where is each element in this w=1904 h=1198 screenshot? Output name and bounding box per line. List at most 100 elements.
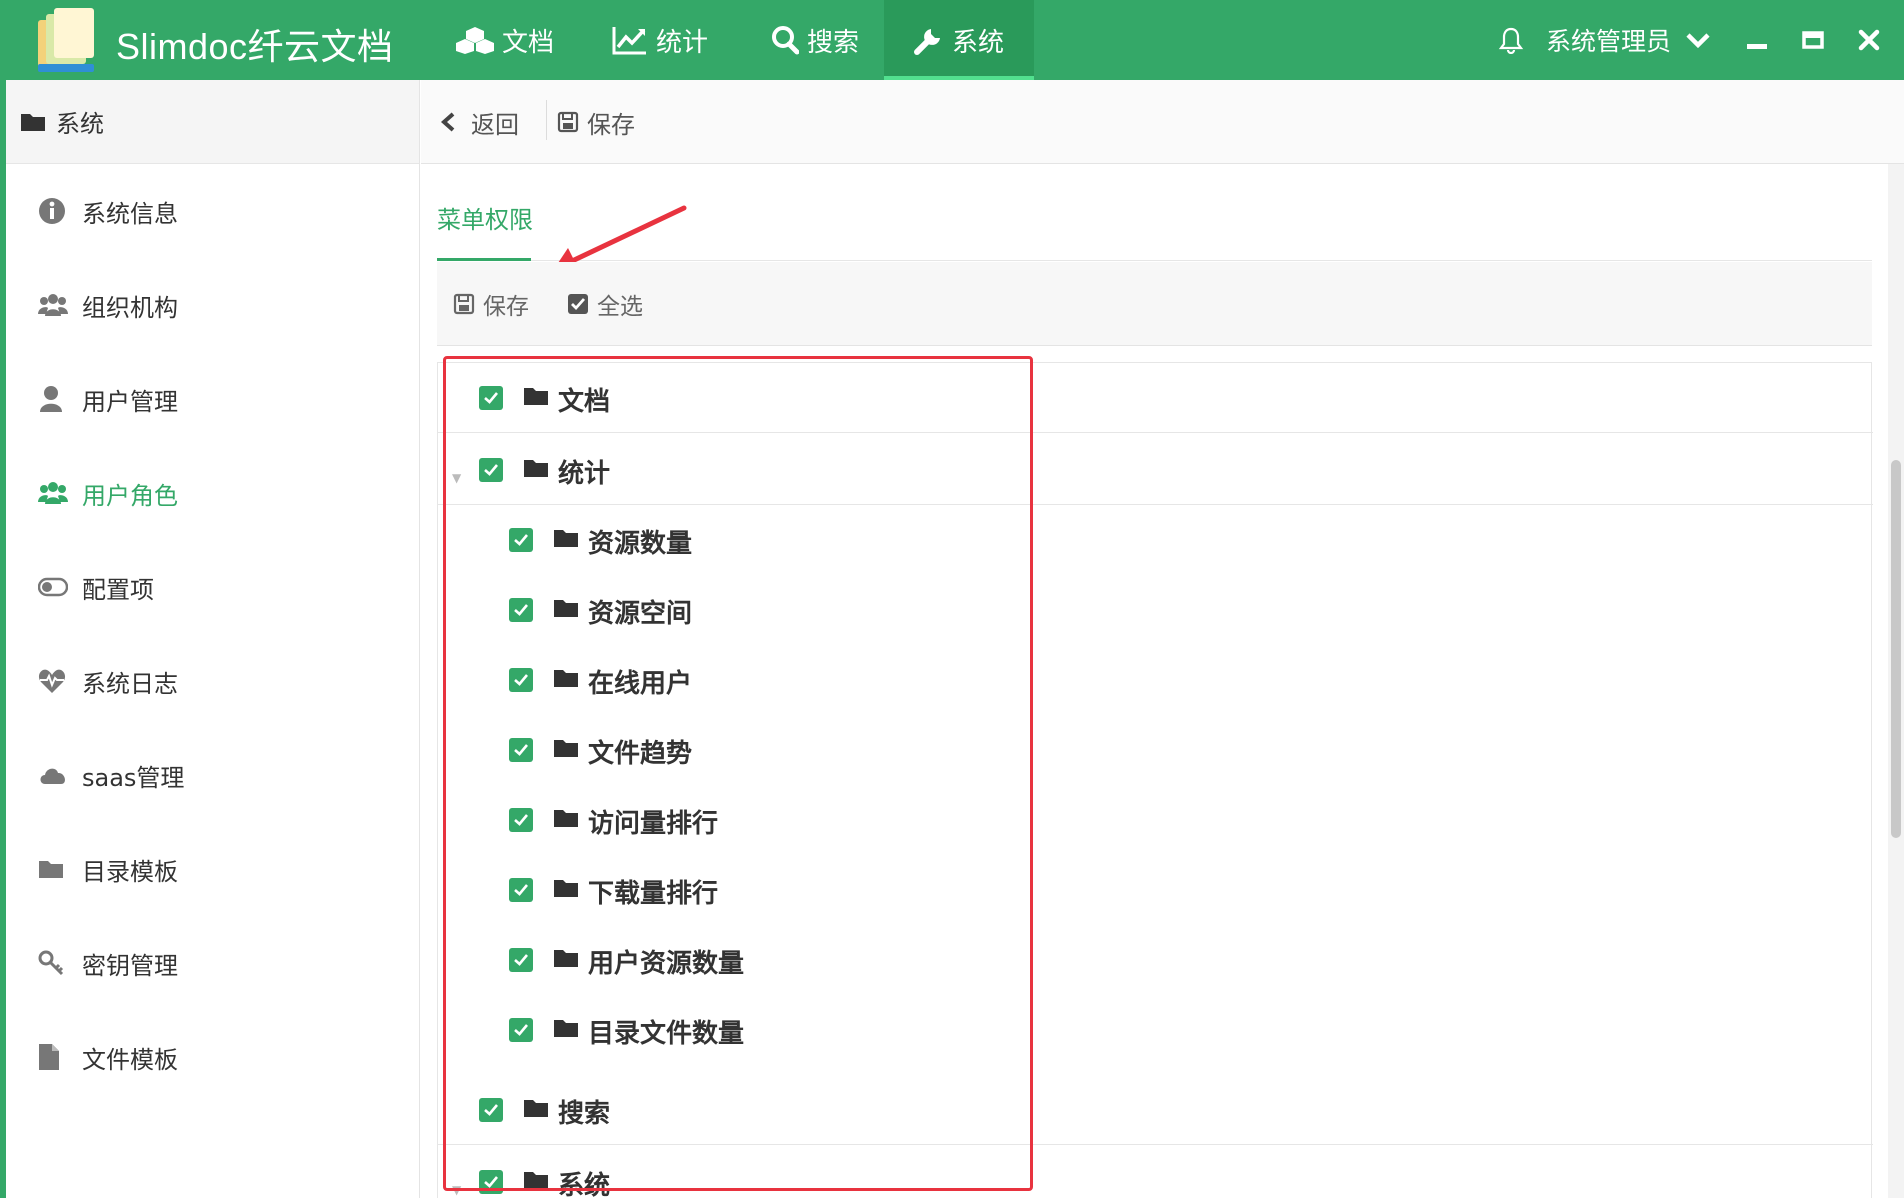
sidebar-item-label: 用户管理	[82, 387, 178, 416]
folder-icon	[524, 1172, 548, 1189]
tree-node[interactable]: 在线用户	[438, 645, 1873, 715]
tree-checkbox[interactable]	[479, 1098, 503, 1122]
tree-node[interactable]: 文档	[438, 363, 1873, 433]
tree-checkbox[interactable]	[479, 458, 503, 482]
close-button[interactable]	[1858, 0, 1880, 80]
heartbeat-icon	[38, 669, 66, 693]
app-title: Slimdoc纤云文档	[116, 26, 394, 67]
tree-node[interactable]: ▼ 系统	[438, 1147, 1873, 1198]
tree-checkbox[interactable]	[509, 528, 533, 552]
nav-tab-label: 搜索	[806, 27, 859, 58]
sidebar-item-system-log[interactable]: 系统日志	[38, 661, 178, 701]
tree-checkbox[interactable]	[509, 878, 533, 902]
tree-node-label: 目录文件数量	[588, 1019, 745, 1049]
user-icon	[40, 386, 62, 412]
check-icon	[514, 884, 528, 896]
sidebar-item-key-management[interactable]: 密钥管理	[38, 943, 178, 983]
sidebar-item-label: 用户角色	[82, 481, 178, 510]
permission-tree: 文档 ▼ 统计资源数量资源空间在线用户文件趋势访问量排行 下载量排行 用户资源数量目录文…	[437, 362, 1873, 1198]
chevron-left-icon	[440, 112, 455, 132]
active-tab-indicator	[437, 258, 531, 261]
tree-checkbox[interactable]	[479, 1170, 503, 1194]
scrollbar-thumb[interactable]	[1891, 460, 1901, 838]
line-chart-icon	[612, 27, 646, 55]
sidebar-item-organization[interactable]: 组织机构	[38, 285, 178, 325]
select-all-button[interactable]: 全选	[567, 284, 643, 324]
folder-icon	[39, 861, 63, 878]
tree-node-label: 统计	[558, 459, 611, 489]
sidebar-item-file-template[interactable]: 文件模板	[38, 1037, 178, 1077]
tree-node[interactable]: ▼ 统计	[438, 435, 1873, 505]
folder-icon	[524, 388, 548, 405]
save-button-label: 保存	[587, 110, 635, 139]
check-icon	[514, 604, 528, 616]
tree-checkbox[interactable]	[509, 598, 533, 622]
back-button[interactable]: 返回	[439, 102, 519, 142]
tree-node[interactable]: 目录文件数量	[438, 995, 1873, 1065]
maximize-button[interactable]	[1802, 0, 1824, 80]
tree-node[interactable]: 访问量排行	[438, 785, 1873, 855]
sidebar-header: 系统	[6, 80, 419, 164]
main-toolbar: 返回 保存	[421, 80, 1904, 164]
folder-icon	[524, 1100, 548, 1117]
nav-tab-label: 系统	[951, 27, 1004, 58]
tree-node[interactable]: 资源空间	[438, 575, 1873, 645]
folder-icon	[554, 600, 578, 617]
folder-icon	[554, 810, 578, 827]
minimize-button[interactable]	[1746, 0, 1768, 80]
toggle-icon	[38, 577, 68, 597]
check-icon	[514, 814, 528, 826]
sidebar: 系统 系统信息 组织机构 用户管理 用户角色 配置项 系统日志 saas管理 目…	[0, 80, 420, 1198]
nav-tab-system[interactable]: 系统	[884, 0, 1034, 80]
tree-checkbox[interactable]	[509, 948, 533, 972]
cloud-icon	[40, 768, 65, 784]
sidebar-item-label: 文件模板	[82, 1045, 178, 1074]
sidebar-item-user-management[interactable]: 用户管理	[38, 379, 178, 419]
tree-node-label: 在线用户	[588, 669, 693, 699]
folder-icon	[554, 950, 578, 967]
sidebar-item-directory-template[interactable]: 目录模板	[38, 849, 178, 889]
toolbar-divider	[546, 100, 547, 140]
check-icon	[484, 464, 498, 476]
user-name: 系统管理员	[1546, 27, 1672, 56]
bell-icon	[1498, 27, 1524, 54]
tree-checkbox[interactable]	[509, 808, 533, 832]
tree-node-label: 系统	[558, 1171, 611, 1198]
tree-node-label: 资源数量	[588, 529, 693, 559]
tree-node-label: 文件趋势	[588, 739, 693, 769]
expand-caret-icon[interactable]: ▼	[452, 471, 461, 485]
tree-node[interactable]: 用户资源数量	[438, 925, 1873, 995]
permission-save-button[interactable]: 保存	[453, 284, 529, 324]
tree-node[interactable]: 资源数量	[438, 505, 1873, 575]
sidebar-item-system-info[interactable]: 系统信息	[38, 191, 178, 231]
sidebar-item-config[interactable]: 配置项	[38, 567, 154, 607]
nav-tab-documents[interactable]: 文档	[450, 0, 560, 80]
tab-menu-permissions[interactable]: 菜单权限	[437, 200, 533, 260]
back-button-label: 返回	[471, 110, 519, 139]
maximize-icon	[1802, 31, 1824, 49]
sidebar-item-saas[interactable]: saas管理	[38, 755, 184, 795]
tree-node[interactable]: 文件趋势	[438, 715, 1873, 785]
nav-tab-statistics[interactable]: 统计	[605, 0, 715, 80]
nav-tab-search[interactable]: 搜索	[760, 0, 870, 80]
tree-node[interactable]: 下载量排行	[438, 855, 1873, 925]
tree-checkbox[interactable]	[509, 738, 533, 762]
check-icon	[484, 392, 498, 404]
tree-checkbox[interactable]	[479, 386, 503, 410]
expand-caret-icon[interactable]: ▼	[452, 1183, 461, 1197]
notification-bell[interactable]	[1498, 0, 1524, 80]
chevron-down-icon	[1686, 33, 1710, 49]
check-icon	[514, 674, 528, 686]
folder-icon	[554, 530, 578, 547]
sidebar-item-label: saas管理	[82, 763, 185, 792]
tree-node[interactable]: 搜索	[438, 1075, 1873, 1145]
sidebar-item-user-roles[interactable]: 用户角色	[38, 473, 178, 513]
folder-icon	[524, 460, 548, 477]
tree-checkbox[interactable]	[509, 668, 533, 692]
tree-node-label: 资源空间	[588, 599, 693, 629]
tree-checkbox[interactable]	[509, 1018, 533, 1042]
toolbar-save-button[interactable]: 保存	[557, 102, 635, 142]
user-menu[interactable]: 系统管理员	[1546, 0, 1711, 80]
save-icon	[557, 111, 579, 133]
permission-toolbar: 保存 全选	[437, 262, 1872, 346]
